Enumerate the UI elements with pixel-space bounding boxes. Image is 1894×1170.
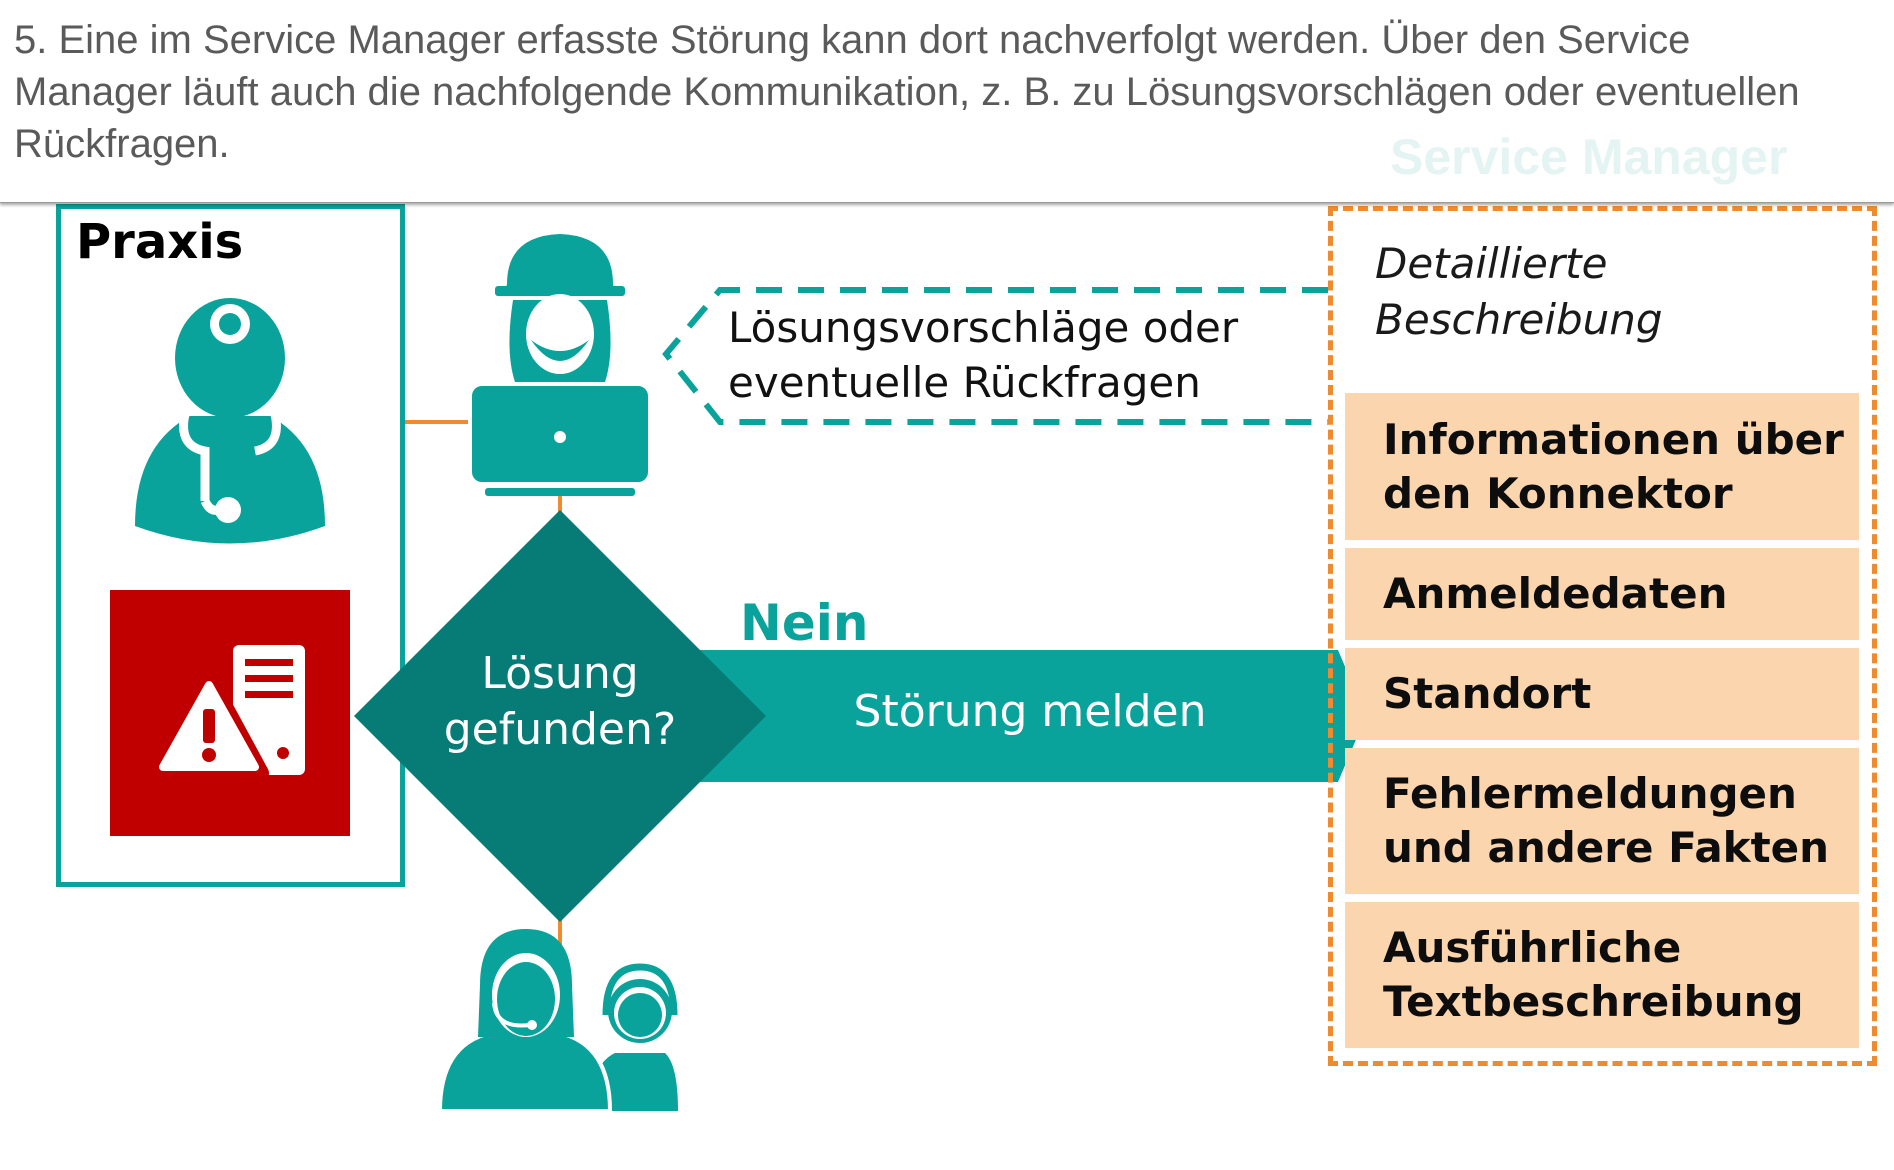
service-manager-subtitle: Detaillierte Beschreibung — [1375, 236, 1663, 348]
praxis-label: Praxis — [76, 214, 244, 270]
callout-line-2: eventuelle Rückfragen — [728, 358, 1201, 407]
sm-item-textbeschreibung: Ausführliche Textbeschreibung — [1345, 902, 1859, 1048]
support-agents-icon — [440, 929, 678, 1111]
decision-label: Lösung gefunden? — [400, 646, 720, 758]
sm-item-anmeldedaten: Anmeldedaten — [1345, 548, 1859, 640]
sm-item-line-1: Anmeldedaten — [1383, 569, 1728, 618]
arrow-label: Störung melden — [853, 686, 1207, 737]
sm-item-line-2: den Konnektor — [1383, 468, 1733, 518]
decision-line-1: Lösung — [481, 648, 639, 699]
sm-item-line-1: Standort — [1383, 669, 1592, 718]
sm-item-line-1: Ausführliche — [1383, 923, 1682, 972]
caption-panel: 5. Eine im Service Manager erfasste Stör… — [0, 0, 1894, 203]
sm-item-line-1: Fehlermeldungen — [1383, 769, 1797, 818]
subtitle-line-1: Detaillierte — [1375, 239, 1608, 288]
doctor-icon — [135, 298, 325, 544]
sm-item-fehlermeldungen: Fehlermeldungen und andere Fakten — [1345, 748, 1859, 894]
sm-item-line-2: Textbeschreibung — [1383, 977, 1804, 1026]
server-warning-icon — [155, 645, 305, 780]
sm-item-standort: Standort — [1345, 648, 1859, 740]
service-manager-title: Service Manager — [1390, 129, 1788, 185]
technician-laptop-icon — [468, 234, 652, 496]
subtitle-line-2: Beschreibung — [1375, 295, 1663, 344]
callout-text: Lösungsvorschläge oder eventuelle Rückfr… — [728, 300, 1238, 410]
sm-item-line-1: Informationen über — [1383, 414, 1844, 464]
sm-item-konnektor: Informationen über den Konnektor — [1345, 393, 1859, 540]
callout-line-1: Lösungsvorschläge oder — [728, 303, 1239, 352]
sm-item-line-2: und andere Fakten — [1383, 823, 1830, 872]
decision-line-2: gefunden? — [443, 704, 677, 755]
